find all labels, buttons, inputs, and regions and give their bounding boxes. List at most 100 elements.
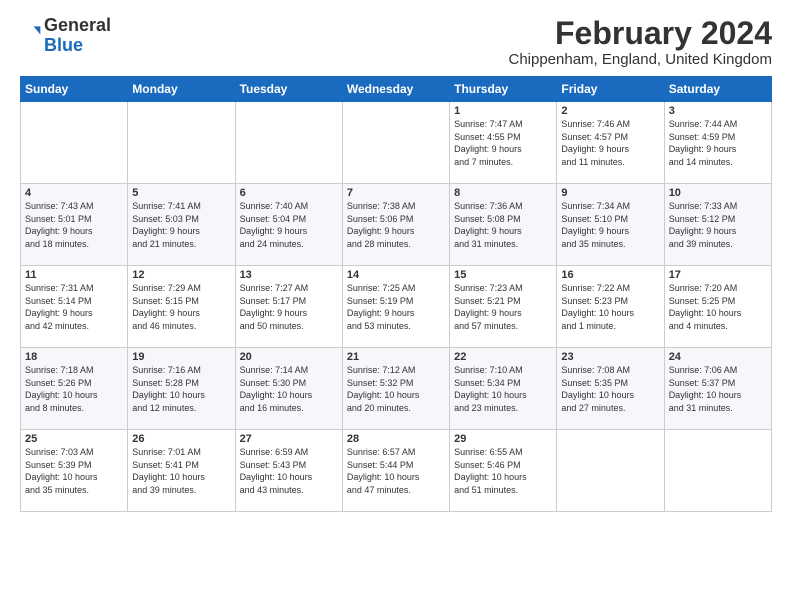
day-info: Sunrise: 7:25 AM Sunset: 5:19 PM Dayligh…: [347, 282, 445, 332]
calendar-cell: 24Sunrise: 7:06 AM Sunset: 5:37 PM Dayli…: [664, 348, 771, 430]
day-number: 13: [240, 269, 338, 281]
day-info: Sunrise: 7:38 AM Sunset: 5:06 PM Dayligh…: [347, 200, 445, 250]
day-number: 5: [132, 187, 230, 199]
day-number: 17: [669, 269, 767, 281]
calendar-cell: 4Sunrise: 7:43 AM Sunset: 5:01 PM Daylig…: [21, 184, 128, 266]
day-number: 6: [240, 187, 338, 199]
calendar-cell: 18Sunrise: 7:18 AM Sunset: 5:26 PM Dayli…: [21, 348, 128, 430]
day-info: Sunrise: 7:47 AM Sunset: 4:55 PM Dayligh…: [454, 118, 552, 168]
weekday-header-tuesday: Tuesday: [235, 77, 342, 102]
calendar-cell: [21, 102, 128, 184]
calendar-cell: [664, 430, 771, 512]
day-number: 25: [25, 433, 123, 445]
calendar-cell: [235, 102, 342, 184]
title-block: February 2024 Chippenham, England, Unite…: [508, 16, 772, 68]
day-number: 11: [25, 269, 123, 281]
day-number: 26: [132, 433, 230, 445]
calendar-week-3: 11Sunrise: 7:31 AM Sunset: 5:14 PM Dayli…: [21, 266, 772, 348]
day-info: Sunrise: 7:01 AM Sunset: 5:41 PM Dayligh…: [132, 446, 230, 496]
calendar-cell: [342, 102, 449, 184]
day-number: 4: [25, 187, 123, 199]
day-info: Sunrise: 7:44 AM Sunset: 4:59 PM Dayligh…: [669, 118, 767, 168]
day-number: 27: [240, 433, 338, 445]
calendar-cell: 6Sunrise: 7:40 AM Sunset: 5:04 PM Daylig…: [235, 184, 342, 266]
day-number: 19: [132, 351, 230, 363]
day-info: Sunrise: 7:14 AM Sunset: 5:30 PM Dayligh…: [240, 364, 338, 414]
calendar-cell: [557, 430, 664, 512]
calendar-cell: 12Sunrise: 7:29 AM Sunset: 5:15 PM Dayli…: [128, 266, 235, 348]
day-info: Sunrise: 7:18 AM Sunset: 5:26 PM Dayligh…: [25, 364, 123, 414]
day-number: 24: [669, 351, 767, 363]
day-info: Sunrise: 7:36 AM Sunset: 5:08 PM Dayligh…: [454, 200, 552, 250]
weekday-header-friday: Friday: [557, 77, 664, 102]
day-number: 18: [25, 351, 123, 363]
calendar-cell: 10Sunrise: 7:33 AM Sunset: 5:12 PM Dayli…: [664, 184, 771, 266]
day-info: Sunrise: 7:06 AM Sunset: 5:37 PM Dayligh…: [669, 364, 767, 414]
calendar-cell: 19Sunrise: 7:16 AM Sunset: 5:28 PM Dayli…: [128, 348, 235, 430]
weekday-header-monday: Monday: [128, 77, 235, 102]
calendar-cell: 11Sunrise: 7:31 AM Sunset: 5:14 PM Dayli…: [21, 266, 128, 348]
calendar-cell: 3Sunrise: 7:44 AM Sunset: 4:59 PM Daylig…: [664, 102, 771, 184]
logo-text: General Blue: [44, 16, 111, 56]
weekday-header-wednesday: Wednesday: [342, 77, 449, 102]
calendar-cell: [128, 102, 235, 184]
calendar-week-4: 18Sunrise: 7:18 AM Sunset: 5:26 PM Dayli…: [21, 348, 772, 430]
day-number: 3: [669, 105, 767, 117]
calendar-cell: 26Sunrise: 7:01 AM Sunset: 5:41 PM Dayli…: [128, 430, 235, 512]
calendar-cell: 9Sunrise: 7:34 AM Sunset: 5:10 PM Daylig…: [557, 184, 664, 266]
logo: General Blue: [20, 16, 111, 56]
calendar-cell: 22Sunrise: 7:10 AM Sunset: 5:34 PM Dayli…: [450, 348, 557, 430]
day-info: Sunrise: 6:55 AM Sunset: 5:46 PM Dayligh…: [454, 446, 552, 496]
day-info: Sunrise: 7:31 AM Sunset: 5:14 PM Dayligh…: [25, 282, 123, 332]
weekday-header-sunday: Sunday: [21, 77, 128, 102]
day-number: 22: [454, 351, 552, 363]
day-info: Sunrise: 7:40 AM Sunset: 5:04 PM Dayligh…: [240, 200, 338, 250]
day-info: Sunrise: 7:12 AM Sunset: 5:32 PM Dayligh…: [347, 364, 445, 414]
calendar-week-1: 1Sunrise: 7:47 AM Sunset: 4:55 PM Daylig…: [21, 102, 772, 184]
location-subtitle: Chippenham, England, United Kingdom: [508, 51, 772, 68]
calendar-week-5: 25Sunrise: 7:03 AM Sunset: 5:39 PM Dayli…: [21, 430, 772, 512]
calendar-cell: 17Sunrise: 7:20 AM Sunset: 5:25 PM Dayli…: [664, 266, 771, 348]
day-info: Sunrise: 7:03 AM Sunset: 5:39 PM Dayligh…: [25, 446, 123, 496]
day-info: Sunrise: 7:29 AM Sunset: 5:15 PM Dayligh…: [132, 282, 230, 332]
calendar-cell: 29Sunrise: 6:55 AM Sunset: 5:46 PM Dayli…: [450, 430, 557, 512]
day-number: 23: [561, 351, 659, 363]
weekday-header-saturday: Saturday: [664, 77, 771, 102]
calendar-cell: 27Sunrise: 6:59 AM Sunset: 5:43 PM Dayli…: [235, 430, 342, 512]
day-info: Sunrise: 7:41 AM Sunset: 5:03 PM Dayligh…: [132, 200, 230, 250]
calendar-cell: 23Sunrise: 7:08 AM Sunset: 5:35 PM Dayli…: [557, 348, 664, 430]
page: General Blue February 2024 Chippenham, E…: [0, 0, 792, 612]
calendar-cell: 14Sunrise: 7:25 AM Sunset: 5:19 PM Dayli…: [342, 266, 449, 348]
day-number: 7: [347, 187, 445, 199]
calendar-cell: 1Sunrise: 7:47 AM Sunset: 4:55 PM Daylig…: [450, 102, 557, 184]
logo-general: General: [44, 15, 111, 35]
day-number: 21: [347, 351, 445, 363]
month-title: February 2024: [508, 16, 772, 51]
calendar-cell: 8Sunrise: 7:36 AM Sunset: 5:08 PM Daylig…: [450, 184, 557, 266]
day-number: 28: [347, 433, 445, 445]
calendar-cell: 7Sunrise: 7:38 AM Sunset: 5:06 PM Daylig…: [342, 184, 449, 266]
calendar-cell: 2Sunrise: 7:46 AM Sunset: 4:57 PM Daylig…: [557, 102, 664, 184]
day-info: Sunrise: 7:46 AM Sunset: 4:57 PM Dayligh…: [561, 118, 659, 168]
day-number: 2: [561, 105, 659, 117]
day-info: Sunrise: 7:08 AM Sunset: 5:35 PM Dayligh…: [561, 364, 659, 414]
logo-blue: Blue: [44, 35, 83, 55]
day-number: 12: [132, 269, 230, 281]
day-number: 8: [454, 187, 552, 199]
day-info: Sunrise: 7:16 AM Sunset: 5:28 PM Dayligh…: [132, 364, 230, 414]
calendar-cell: 20Sunrise: 7:14 AM Sunset: 5:30 PM Dayli…: [235, 348, 342, 430]
day-info: Sunrise: 7:34 AM Sunset: 5:10 PM Dayligh…: [561, 200, 659, 250]
day-info: Sunrise: 7:43 AM Sunset: 5:01 PM Dayligh…: [25, 200, 123, 250]
day-info: Sunrise: 7:10 AM Sunset: 5:34 PM Dayligh…: [454, 364, 552, 414]
day-number: 14: [347, 269, 445, 281]
calendar-cell: 28Sunrise: 6:57 AM Sunset: 5:44 PM Dayli…: [342, 430, 449, 512]
day-number: 1: [454, 105, 552, 117]
calendar-cell: 25Sunrise: 7:03 AM Sunset: 5:39 PM Dayli…: [21, 430, 128, 512]
day-info: Sunrise: 7:22 AM Sunset: 5:23 PM Dayligh…: [561, 282, 659, 332]
day-info: Sunrise: 7:23 AM Sunset: 5:21 PM Dayligh…: [454, 282, 552, 332]
calendar-cell: 13Sunrise: 7:27 AM Sunset: 5:17 PM Dayli…: [235, 266, 342, 348]
calendar-cell: 5Sunrise: 7:41 AM Sunset: 5:03 PM Daylig…: [128, 184, 235, 266]
day-info: Sunrise: 7:20 AM Sunset: 5:25 PM Dayligh…: [669, 282, 767, 332]
calendar-table: SundayMondayTuesdayWednesdayThursdayFrid…: [20, 76, 772, 512]
calendar-cell: 16Sunrise: 7:22 AM Sunset: 5:23 PM Dayli…: [557, 266, 664, 348]
